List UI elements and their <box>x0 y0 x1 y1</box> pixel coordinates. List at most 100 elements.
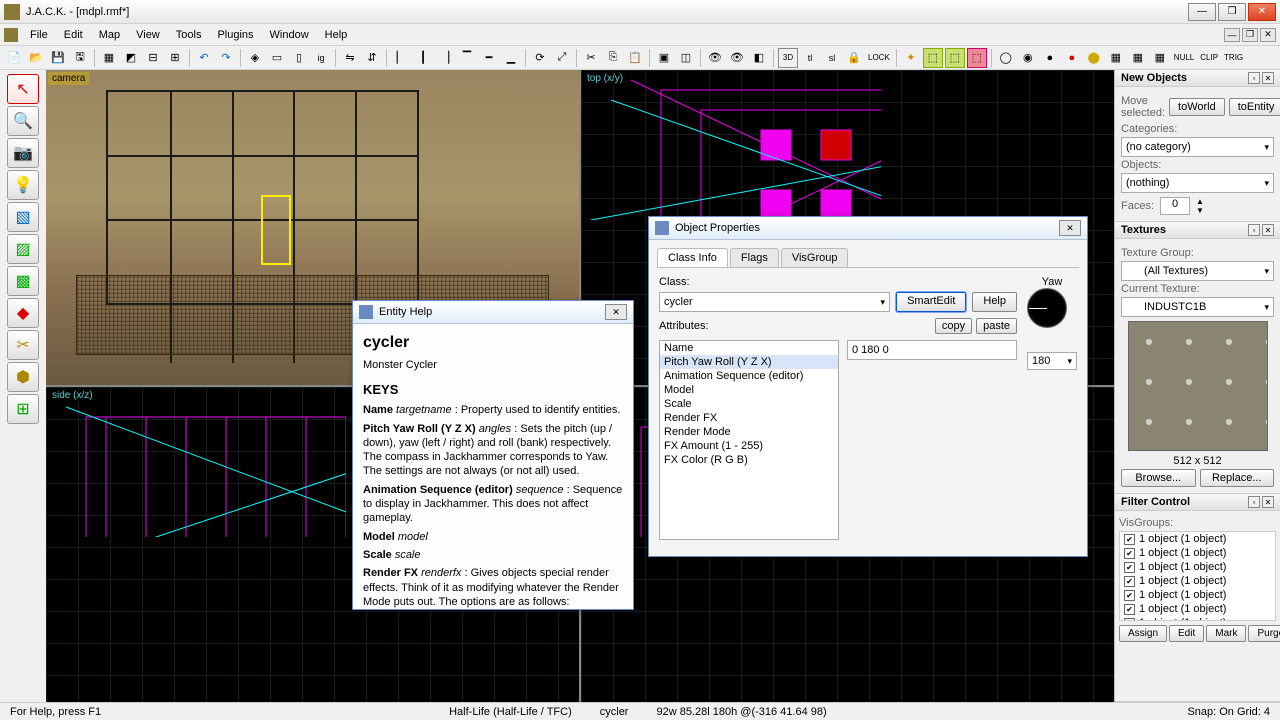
mark-button[interactable]: Mark <box>1206 625 1246 642</box>
attribute-item[interactable]: Scale <box>660 397 838 411</box>
decal-tool[interactable]: ◆ <box>7 298 39 328</box>
apply-tool[interactable]: ▩ <box>7 266 39 296</box>
visgroup-item[interactable]: ✔1 object (1 object) <box>1120 532 1275 546</box>
tl-toggle[interactable]: tl <box>800 48 820 68</box>
scale-icon[interactable]: ⤢ <box>552 48 572 68</box>
panel-close-icon[interactable]: ✕ <box>1262 496 1274 508</box>
visgroup-item[interactable]: ✔1 object (1 object) <box>1120 616 1275 621</box>
yaw-value-select[interactable]: 180 <box>1027 352 1077 370</box>
help-button[interactable]: Help <box>972 292 1017 312</box>
maximize-button[interactable]: ❐ <box>1218 3 1246 21</box>
unhide-icon[interactable]: 👁 <box>727 48 747 68</box>
block-tool[interactable]: ▧ <box>7 202 39 232</box>
entity-tool[interactable]: 💡 <box>7 170 39 200</box>
zoom-tool[interactable]: 🔍 <box>7 106 39 136</box>
tex-mode-icon[interactable]: ✦ <box>901 48 921 68</box>
menu-plugins[interactable]: Plugins <box>209 27 261 43</box>
doc-minimize[interactable]: — <box>1224 28 1240 42</box>
ig-toggle[interactable]: ig <box>311 48 331 68</box>
visgroup-item[interactable]: ✔1 object (1 object) <box>1120 546 1275 560</box>
select-tool[interactable]: ↖ <box>7 74 39 104</box>
panel-undock-icon[interactable]: ▫ <box>1248 224 1260 236</box>
tex-app-icon[interactable]: ⬚ <box>923 48 943 68</box>
doc-close[interactable]: ✕ <box>1260 28 1276 42</box>
attribute-item[interactable]: Name <box>660 341 838 355</box>
visgroup-item[interactable]: ✔1 object (1 object) <box>1120 588 1275 602</box>
grid-icon[interactable]: ▦ <box>99 48 119 68</box>
attribute-item[interactable]: FX Color (R G B) <box>660 453 838 467</box>
panel-close-icon[interactable]: ✕ <box>1262 224 1274 236</box>
yaw-dial[interactable] <box>1027 288 1067 328</box>
menu-view[interactable]: View <box>128 27 168 43</box>
quickhide-icon[interactable]: ◧ <box>749 48 769 68</box>
visgroups-list[interactable]: ✔1 object (1 object)✔1 object (1 object)… <box>1119 531 1276 621</box>
hide-icon[interactable]: 👁 <box>705 48 725 68</box>
attribute-item[interactable]: FX Amount (1 - 255) <box>660 439 838 453</box>
lock-icon[interactable]: 🔒 <box>844 48 864 68</box>
flip-h-icon[interactable]: ⇋ <box>340 48 360 68</box>
export-icon[interactable]: 🖫 <box>70 48 90 68</box>
sl-toggle[interactable]: sl <box>822 48 842 68</box>
panel-undock-icon[interactable]: ▫ <box>1248 496 1260 508</box>
point-red-icon[interactable]: ● <box>1062 48 1082 68</box>
menu-map[interactable]: Map <box>91 27 128 43</box>
menu-window[interactable]: Window <box>262 27 317 43</box>
path-tool[interactable]: ⊞ <box>7 394 39 424</box>
grid-larger-icon[interactable]: ⊞ <box>165 48 185 68</box>
menu-tools[interactable]: Tools <box>168 27 210 43</box>
tex-tool[interactable]: ▨ <box>7 234 39 264</box>
panel-close-icon[interactable]: ✕ <box>1262 72 1274 84</box>
faces-spinner[interactable]: 0 <box>1160 197 1190 215</box>
panel-undock-icon[interactable]: ▫ <box>1248 72 1260 84</box>
paste-icon[interactable]: 📋 <box>625 48 645 68</box>
new-icon[interactable]: 📄 <box>4 48 24 68</box>
to-world-button[interactable]: toWorld <box>1169 98 1225 116</box>
attribute-item[interactable]: Render Mode <box>660 425 838 439</box>
tab-flags[interactable]: Flags <box>730 248 779 267</box>
entity-help-close[interactable]: ✕ <box>605 304 627 320</box>
attribute-item[interactable]: Model <box>660 383 838 397</box>
assign-button[interactable]: Assign <box>1119 625 1167 642</box>
ent-a-icon[interactable]: ▦ <box>1106 48 1126 68</box>
align-bottom-icon[interactable]: ▁ <box>501 48 521 68</box>
tab-class-info[interactable]: Class Info <box>657 248 728 267</box>
tex-rep-icon[interactable]: ⬚ <box>945 48 965 68</box>
paste-button[interactable]: paste <box>976 318 1017 334</box>
grid3d-icon[interactable]: ◩ <box>121 48 141 68</box>
class-select[interactable]: cycler <box>659 292 890 312</box>
purge-button[interactable]: Purge <box>1248 625 1280 642</box>
sphere-a-icon[interactable]: ◯ <box>996 48 1016 68</box>
align-left-icon[interactable]: ▏ <box>391 48 411 68</box>
current-texture-select[interactable]: INDUSTC1B <box>1121 297 1274 317</box>
ent-c-icon[interactable]: ▦ <box>1150 48 1170 68</box>
minimize-button[interactable]: — <box>1188 3 1216 21</box>
align-top-icon[interactable]: ▔ <box>457 48 477 68</box>
group-icon[interactable]: ▭ <box>267 48 287 68</box>
copy-button[interactable]: copy <box>935 318 972 334</box>
visgroup-item[interactable]: ✔1 object (1 object) <box>1120 602 1275 616</box>
attributes-list[interactable]: NamePitch Yaw Roll (Y Z X)Animation Sequ… <box>659 340 839 540</box>
smartedit-button[interactable]: SmartEdit <box>896 292 966 312</box>
entity-help-body[interactable]: cycler Monster Cycler KEYS Name targetna… <box>353 324 633 609</box>
clip-tool[interactable]: ✂ <box>7 330 39 360</box>
visgroup-item[interactable]: ✔1 object (1 object) <box>1120 560 1275 574</box>
align-hcenter-icon[interactable]: ┃ <box>413 48 433 68</box>
attribute-item[interactable]: Render FX <box>660 411 838 425</box>
cut-icon[interactable]: ✂ <box>581 48 601 68</box>
to-entity-button[interactable]: toEntity <box>1229 98 1280 116</box>
open-icon[interactable]: 📂 <box>26 48 46 68</box>
visgroup-item[interactable]: ✔1 object (1 object) <box>1120 574 1275 588</box>
ent-b-icon[interactable]: ▦ <box>1128 48 1148 68</box>
align-vcenter-icon[interactable]: ━ <box>479 48 499 68</box>
rotate-icon[interactable]: ⟳ <box>530 48 550 68</box>
vertex-tool[interactable]: ⬢ <box>7 362 39 392</box>
camera-tool[interactable]: 📷 <box>7 138 39 168</box>
sphere-b-icon[interactable]: ◉ <box>1018 48 1038 68</box>
browse-button[interactable]: Browse... <box>1121 469 1196 487</box>
undo-icon[interactable]: ↶ <box>194 48 214 68</box>
attribute-value-input[interactable] <box>847 340 1017 360</box>
edit-button[interactable]: Edit <box>1169 625 1204 642</box>
align-right-icon[interactable]: ▕ <box>435 48 455 68</box>
doc-restore[interactable]: ❐ <box>1242 28 1258 42</box>
decal-icon[interactable]: ⬚ <box>967 48 987 68</box>
